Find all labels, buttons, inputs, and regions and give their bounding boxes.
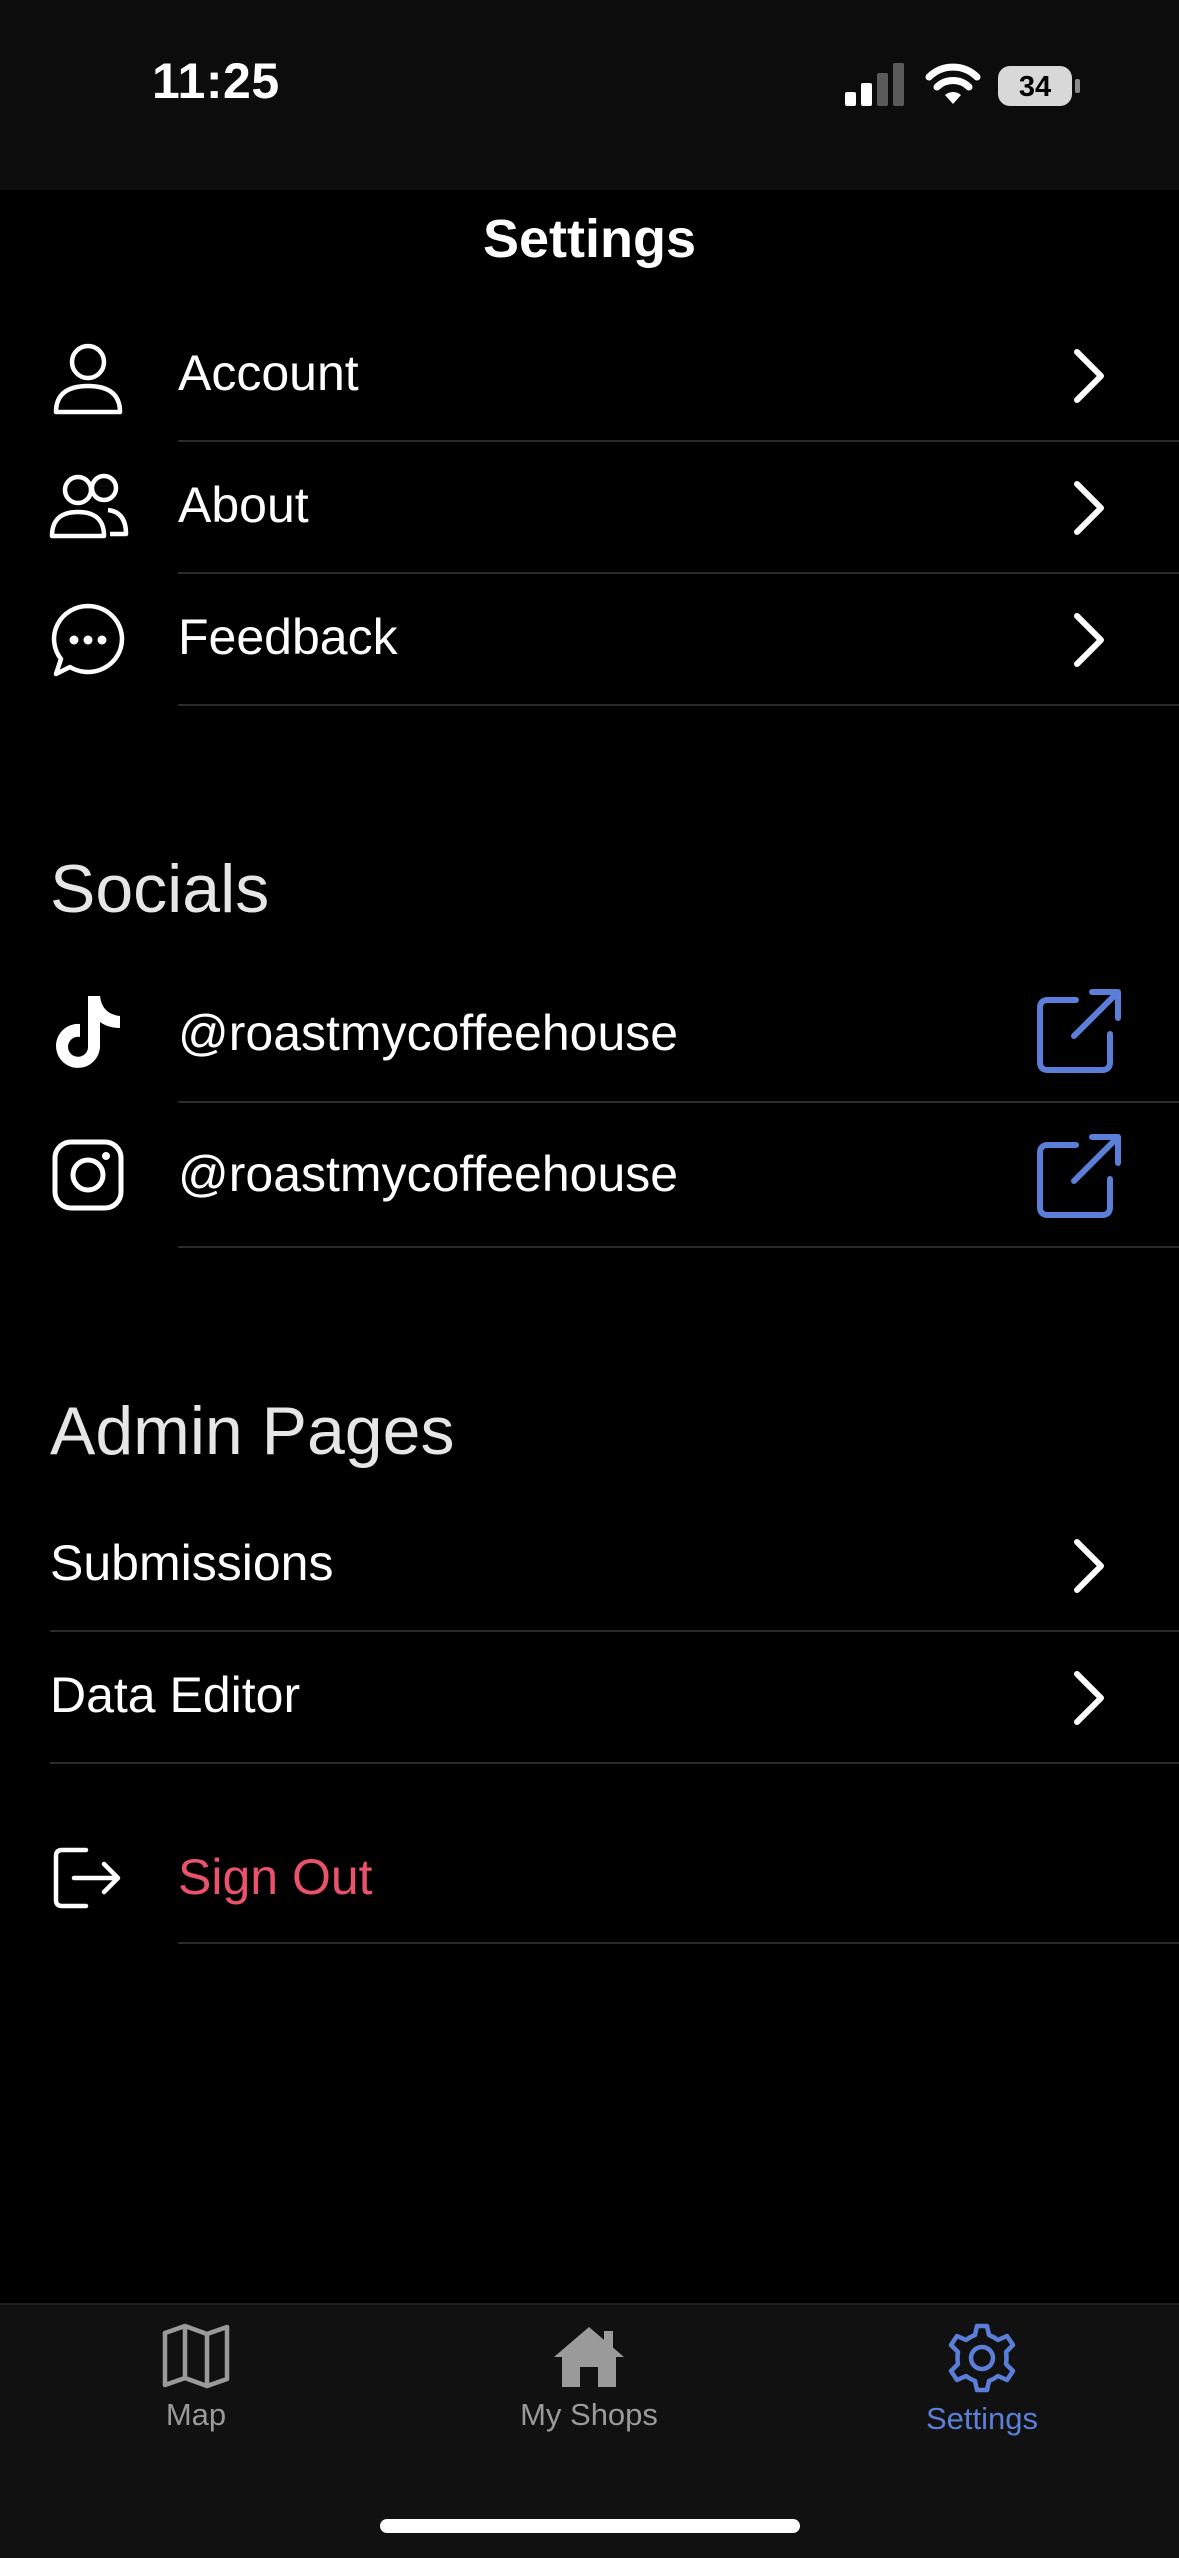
- social-handle: @roastmycoffeehouse: [178, 1005, 679, 1061]
- house-icon: [554, 2327, 624, 2387]
- tab-label: My Shops: [520, 2397, 658, 2432]
- status-bar: 11:25 34 Settings: [0, 0, 1179, 269]
- section-title-socials: Socials: [50, 851, 270, 927]
- gear-icon: [948, 2323, 1016, 2393]
- chevron-right-icon: [1074, 481, 1104, 535]
- row-divider: [178, 704, 1179, 706]
- sign-out-button[interactable]: Sign Out: [0, 1812, 1179, 1944]
- wifi-icon: [925, 63, 981, 104]
- people-icon: [49, 473, 129, 539]
- external-link-icon[interactable]: [1034, 1131, 1124, 1221]
- admin-row-data-editor[interactable]: Data Editor: [0, 1632, 1179, 1764]
- instagram-icon: [52, 1139, 124, 1211]
- cellular-signal-icon: [845, 63, 904, 106]
- tiktok-icon: [56, 996, 120, 1068]
- row-divider: [178, 1942, 1179, 1944]
- tab-settings[interactable]: Settings: [852, 2323, 1112, 2437]
- map-icon: [162, 2323, 230, 2389]
- social-row-instagram[interactable]: @roastmycoffeehouse: [0, 1103, 1179, 1248]
- row-divider: [178, 1246, 1179, 1248]
- section-title-admin-pages: Admin Pages: [50, 1393, 455, 1469]
- chevron-right-icon: [1074, 613, 1104, 667]
- home-indicator: [380, 2519, 800, 2533]
- page-title: Settings: [482, 209, 697, 269]
- battery-icon: 34: [998, 66, 1080, 106]
- sign-out-label: Sign Out: [178, 1849, 373, 1905]
- settings-row-label: Account: [178, 345, 359, 401]
- settings-row-feedback[interactable]: Feedback: [0, 574, 1179, 706]
- social-handle: @roastmycoffeehouse: [178, 1146, 679, 1202]
- tab-label: Settings: [925, 2401, 1038, 2436]
- chevron-right-icon: [1074, 349, 1104, 403]
- tab-map[interactable]: Map: [66, 2323, 326, 2433]
- person-icon: [53, 343, 123, 415]
- admin-row-submissions[interactable]: Submissions: [0, 1500, 1179, 1632]
- settings-row-account[interactable]: Account: [0, 310, 1179, 442]
- sign-out-icon: [53, 1847, 121, 1909]
- chevron-right-icon: [1074, 1539, 1104, 1593]
- tab-my-shops[interactable]: My Shops: [459, 2323, 719, 2433]
- tab-label: Map: [165, 2397, 227, 2432]
- external-link-icon[interactable]: [1034, 986, 1124, 1076]
- settings-row-label: Feedback: [178, 609, 398, 665]
- status-time: 11:25: [152, 53, 280, 109]
- battery-level: 34: [1019, 71, 1051, 103]
- admin-row-label: Submissions: [50, 1535, 334, 1591]
- settings-row-about[interactable]: About: [0, 442, 1179, 574]
- settings-row-label: About: [178, 477, 309, 533]
- row-divider: [50, 1762, 1179, 1764]
- admin-row-label: Data Editor: [50, 1667, 301, 1723]
- chat-bubble-icon: [51, 603, 125, 677]
- chevron-right-icon: [1074, 1671, 1104, 1725]
- social-row-tiktok[interactable]: @roastmycoffeehouse: [0, 958, 1179, 1103]
